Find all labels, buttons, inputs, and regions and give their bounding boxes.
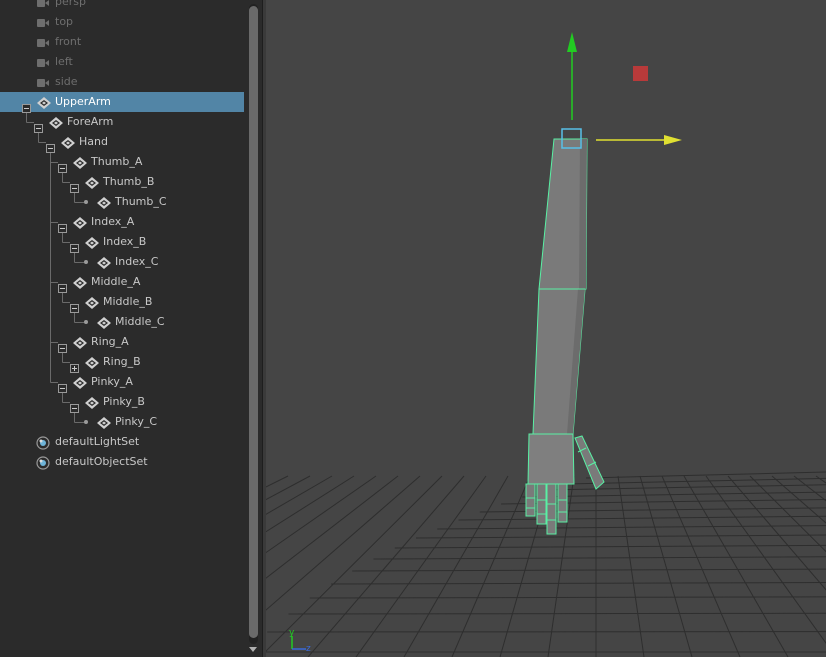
outliner-item[interactable]: left: [0, 52, 244, 72]
outliner-item-label: Thumb_B: [103, 175, 155, 188]
outliner-item-label: Index_C: [115, 255, 159, 268]
transform-icon: [48, 115, 63, 129]
transform-icon: [84, 355, 99, 369]
outliner-item-label: left: [55, 55, 73, 68]
move-manipulator[interactable]: [561, 32, 682, 149]
camera-icon: [36, 55, 50, 69]
outliner-item-label: Middle_A: [91, 275, 141, 288]
outliner-item[interactable]: Index_B: [0, 232, 244, 253]
outliner-item-label: UpperArm: [55, 95, 111, 108]
outliner-item[interactable]: Middle_C: [0, 312, 244, 332]
transform-icon: [84, 395, 99, 409]
transform-icon: [96, 315, 111, 329]
hand-mesh[interactable]: [527, 433, 575, 485]
outliner-item-label: Index_B: [103, 235, 147, 248]
outliner-item[interactable]: Hand: [0, 132, 244, 153]
outliner-item-label: side: [55, 75, 78, 88]
leaf-dot-icon: [84, 200, 88, 204]
finger-pinky[interactable]: [557, 483, 568, 523]
outliner-item-label: Middle_B: [103, 295, 153, 308]
leaf-dot-icon: [84, 260, 88, 264]
outliner-item-label: persp: [55, 0, 86, 8]
outliner-item[interactable]: Ring_B: [0, 352, 244, 373]
transform-icon: [96, 195, 111, 209]
outliner-item[interactable]: top: [0, 12, 244, 32]
outliner-item-label: Index_A: [91, 215, 135, 228]
transform-icon: [60, 135, 75, 149]
outliner-item-label: Pinky_A: [91, 375, 133, 388]
thumb-mesh[interactable]: [574, 435, 605, 490]
outliner-item-label: defaultObjectSet: [55, 455, 148, 468]
finger-ring[interactable]: [546, 483, 557, 535]
outliner-item-label: top: [55, 15, 74, 28]
outliner-item[interactable]: UpperArm: [0, 92, 244, 113]
manipulator-x-arrow-icon[interactable]: [664, 135, 682, 145]
outliner-panel: persp top front left side UpperArm ForeArm Hand…: [0, 0, 246, 657]
outliner-item[interactable]: Thumb_A: [0, 152, 244, 173]
leaf-dot-icon: [84, 320, 88, 324]
axis-y-label: y: [289, 628, 295, 638]
outliner-item[interactable]: defaultLightSet: [0, 432, 244, 452]
camera-icon: [36, 15, 50, 29]
outliner-item[interactable]: Pinky_C: [0, 412, 244, 432]
outliner-item[interactable]: Ring_A: [0, 332, 244, 353]
outliner-item[interactable]: side: [0, 72, 244, 92]
outliner-item[interactable]: Middle_A: [0, 272, 244, 293]
camera-icon: [36, 0, 50, 9]
outliner-item[interactable]: Thumb_B: [0, 172, 244, 193]
outliner-item[interactable]: Pinky_B: [0, 392, 244, 413]
finger-middle[interactable]: [536, 483, 547, 525]
outliner-item-label: Middle_C: [115, 315, 165, 328]
outliner-item[interactable]: defaultObjectSet: [0, 452, 244, 472]
transform-icon: [96, 255, 111, 269]
finger-index[interactable]: [525, 483, 536, 517]
outliner-item[interactable]: Index_C: [0, 252, 244, 272]
outliner-item[interactable]: Index_A: [0, 212, 244, 233]
camera-icon: [36, 35, 50, 49]
scroll-down-arrow-icon[interactable]: [249, 647, 257, 652]
object-set-icon: [36, 455, 50, 470]
transform-icon: [84, 295, 99, 309]
axis-z-label: z: [306, 644, 311, 654]
camera-icon: [36, 75, 50, 89]
maya-window: persp top front left side UpperArm ForeArm Hand…: [0, 0, 826, 657]
transform-icon: [72, 275, 87, 289]
scroll-thumb[interactable]: [249, 6, 258, 638]
leaf-dot-icon: [84, 420, 88, 424]
outliner-scrollbar[interactable]: [245, 0, 262, 657]
transform-icon: [72, 335, 87, 349]
transform-icon: [36, 95, 51, 109]
transform-icon: [84, 175, 99, 189]
manipulator-y-arrow-icon[interactable]: [567, 32, 577, 52]
outliner-item-label: Thumb_C: [115, 195, 167, 208]
outliner-item[interactable]: Middle_B: [0, 292, 244, 313]
outliner-item-label: Pinky_C: [115, 415, 158, 428]
outliner-item[interactable]: Pinky_A: [0, 372, 244, 393]
object-set-icon: [36, 435, 50, 450]
outliner-item[interactable]: Thumb_C: [0, 192, 244, 212]
outliner-item-label: front: [55, 35, 82, 48]
viewport-3d[interactable]: y z: [266, 0, 826, 657]
transform-icon: [72, 155, 87, 169]
transform-icon: [96, 415, 111, 429]
outliner-item-label: Thumb_A: [91, 155, 143, 168]
outliner-item-label: defaultLightSet: [55, 435, 140, 448]
outliner-item-label: Ring_B: [103, 355, 141, 368]
viewport-scene[interactable]: y z: [266, 0, 826, 657]
outliner-item-label: Ring_A: [91, 335, 129, 348]
transform-icon: [72, 375, 87, 389]
outliner-item[interactable]: ForeArm: [0, 112, 244, 133]
outliner-item[interactable]: persp: [0, 0, 244, 12]
transform-icon: [84, 235, 99, 249]
transform-icon: [72, 215, 87, 229]
outliner-item-label: Pinky_B: [103, 395, 145, 408]
upperarm-side: [579, 139, 587, 289]
outliner-item[interactable]: front: [0, 32, 244, 52]
outliner-item-label: ForeArm: [67, 115, 114, 128]
arm-mesh[interactable]: [525, 138, 605, 535]
outliner-item-label: Hand: [79, 135, 108, 148]
manipulator-plane-handle[interactable]: [633, 66, 648, 81]
